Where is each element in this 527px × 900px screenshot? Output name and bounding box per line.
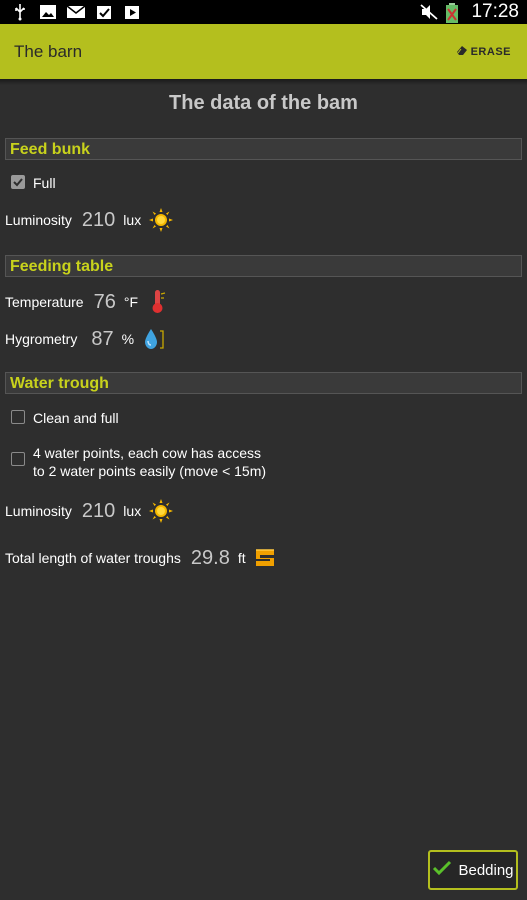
hygrometry-label: Hygrometry [5, 331, 78, 347]
section-header-feed-bunk: Feed bunk [5, 138, 522, 160]
hygrometry-row: Hygrometry 87 % [5, 327, 166, 351]
action-bar: The barn ERASE [0, 24, 527, 79]
luminosity-unit: lux [123, 212, 142, 228]
clean-checkbox-row[interactable]: Clean and full [11, 410, 119, 426]
sun-icon [149, 499, 174, 523]
page-title: The data of the bam [169, 92, 358, 114]
status-bar: 17:28 [0, 0, 527, 24]
full-label: Full [33, 175, 56, 191]
water-drop-icon [142, 327, 166, 351]
image-icon [38, 3, 58, 21]
luminosity-label: Luminosity [5, 503, 72, 519]
temperature-value[interactable]: 76 [94, 291, 116, 314]
thermometer-icon [146, 289, 168, 315]
sun-icon [149, 208, 174, 232]
luminosity-unit: lux [123, 503, 142, 519]
temperature-row: Temperature 76 °F [5, 289, 168, 315]
temperature-unit: °F [123, 294, 138, 310]
usb-icon [10, 3, 30, 21]
full-checkbox[interactable] [11, 175, 25, 189]
trough-length-value[interactable]: 29.8 [191, 547, 230, 570]
trough-length-unit: ft [237, 550, 246, 566]
water-points-line1: 4 water points, each cow has access [33, 445, 262, 461]
mute-icon [419, 3, 439, 21]
eraser-icon [456, 44, 468, 59]
hygrometry-unit: % [121, 331, 135, 347]
water-points-checkbox-row[interactable]: 4 water points, each cow has access to 2… [11, 444, 266, 480]
full-checkbox-row[interactable]: Full [11, 175, 56, 191]
clean-label: Clean and full [33, 410, 119, 426]
section-header-water-trough: Water trough [5, 372, 522, 394]
clean-checkbox[interactable] [11, 410, 25, 424]
feed-bunk-luminosity-row: Luminosity 210 lux [5, 208, 174, 232]
luminosity-value[interactable]: 210 [82, 500, 115, 523]
checkmark-icon [432, 859, 452, 881]
app-title: The barn [14, 41, 83, 61]
hygrometry-value[interactable]: 87 [91, 328, 113, 351]
water-points-checkbox[interactable] [11, 452, 25, 466]
play-store-icon [122, 3, 142, 21]
battery-icon [445, 3, 465, 23]
status-time: 17:28 [471, 1, 519, 22]
store-icon [94, 3, 114, 21]
bedding-label: Bedding [458, 861, 514, 879]
water-trough-icon [254, 546, 278, 570]
water-trough-luminosity-row: Luminosity 210 lux [5, 499, 174, 523]
action-bar-shadow [0, 79, 527, 85]
section-header-feeding-table: Feeding table [5, 255, 522, 277]
trough-length-label: Total length of water troughs [5, 550, 181, 566]
luminosity-label: Luminosity [5, 212, 72, 228]
luminosity-value[interactable]: 210 [82, 209, 115, 232]
check-icon [13, 178, 23, 187]
temperature-label: Temperature [5, 294, 84, 310]
water-points-line2: to 2 water points easily (move < 15m) [33, 463, 267, 479]
mail-icon [66, 3, 86, 21]
erase-button[interactable]: ERASE [456, 44, 511, 59]
trough-length-row: Total length of water troughs 29.8 ft [5, 546, 278, 570]
erase-label: ERASE [470, 45, 511, 58]
bedding-button[interactable]: Bedding [428, 850, 518, 890]
